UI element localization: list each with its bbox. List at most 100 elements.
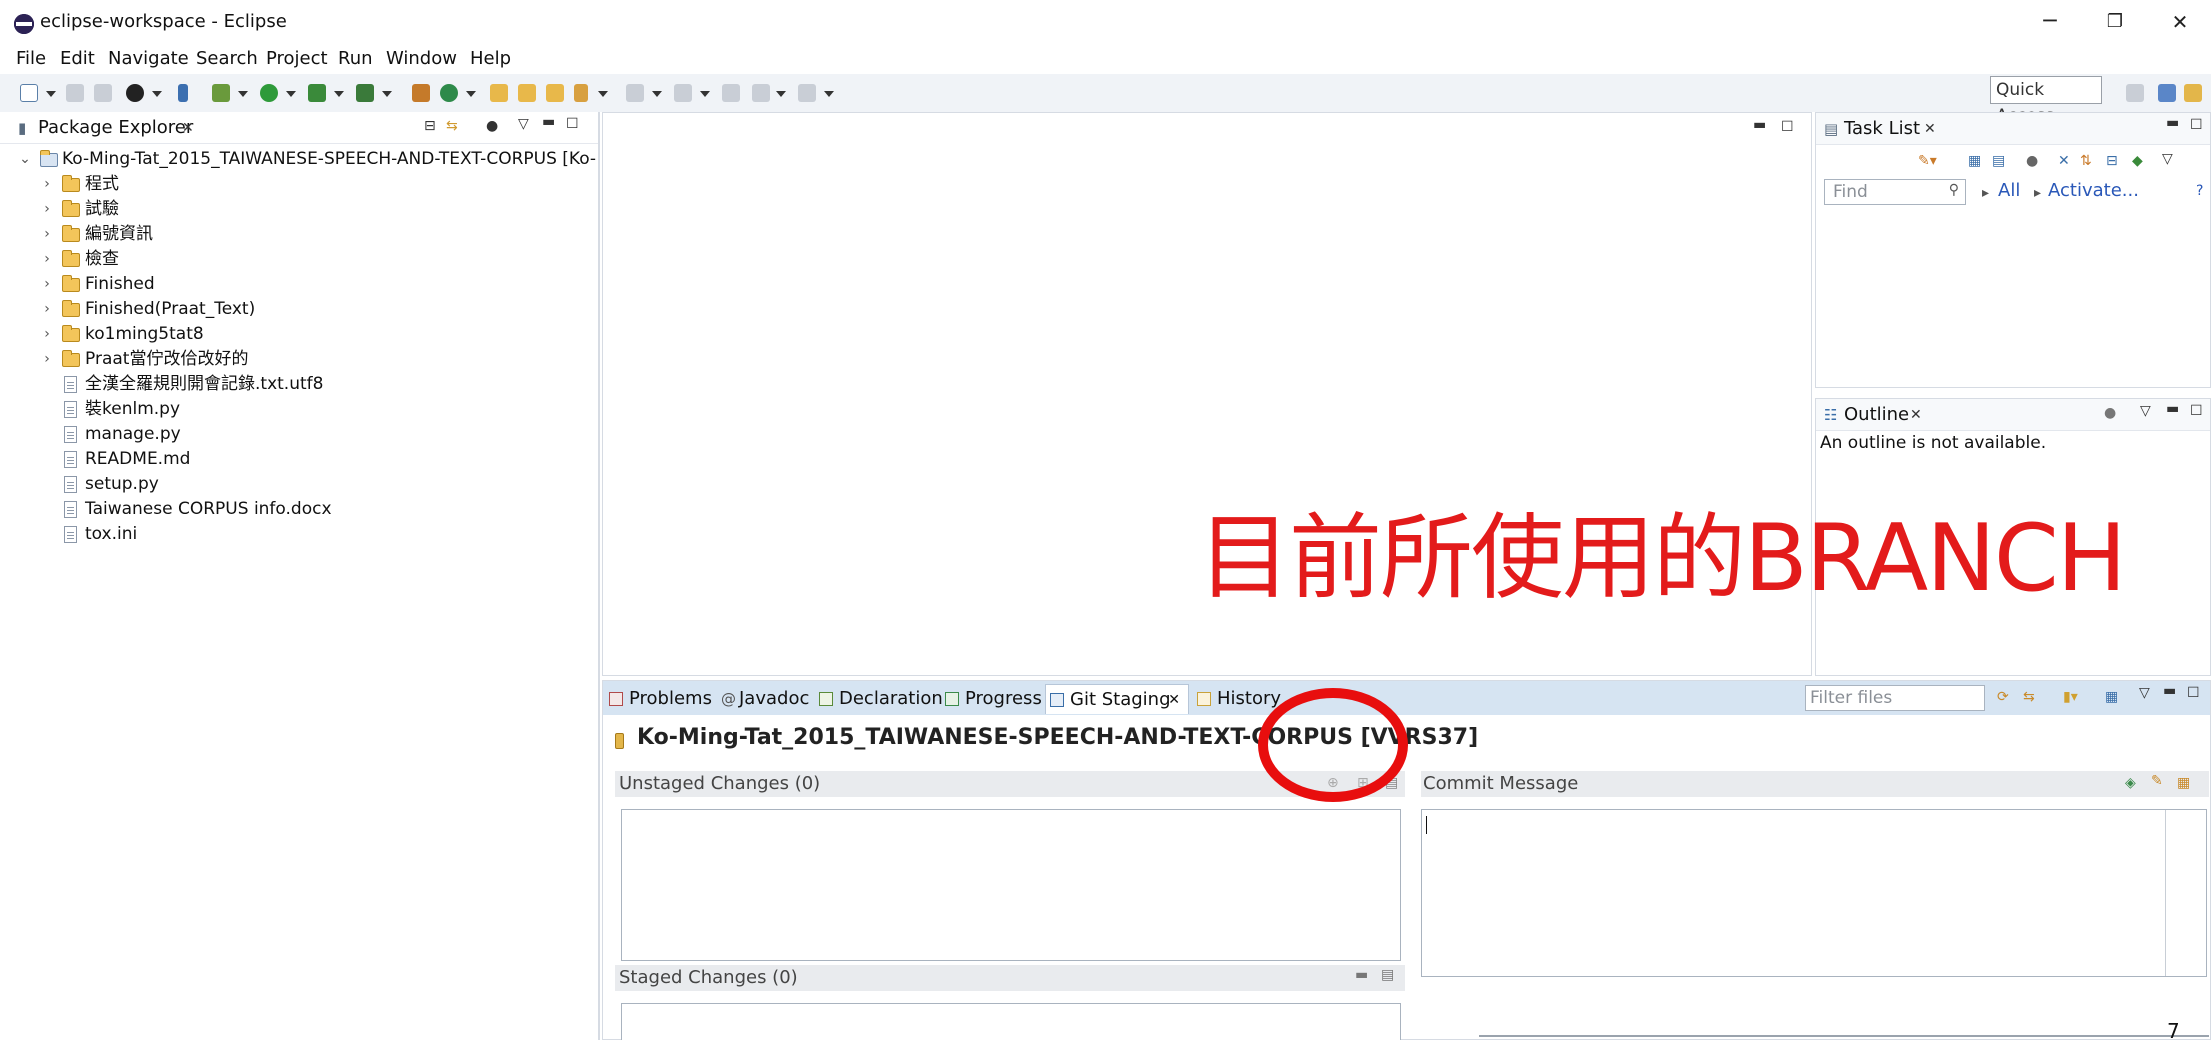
- close-button[interactable]: ✕: [2160, 8, 2200, 36]
- close-view-icon[interactable]: ✕: [1924, 121, 1936, 137]
- collapse-icon[interactable]: ⊟: [2106, 153, 2118, 169]
- tab-javadoc[interactable]: @ Javadoc: [715, 684, 825, 714]
- next-annotation-icon[interactable]: [626, 84, 644, 102]
- maximize-view-icon[interactable]: ☐: [2187, 685, 2200, 701]
- menu-edit[interactable]: Edit: [60, 44, 95, 74]
- java-perspective-icon[interactable]: [2158, 84, 2176, 102]
- debug-dropdown-icon[interactable]: [238, 91, 248, 97]
- chevron-right-icon[interactable]: ›: [40, 222, 54, 247]
- outline-title[interactable]: Outline: [1844, 401, 1909, 429]
- menu-navigate[interactable]: Navigate: [108, 44, 189, 74]
- chevron-right-icon[interactable]: ›: [40, 272, 54, 297]
- commit-icon[interactable]: ▮▾: [2063, 689, 2078, 705]
- search-folder-icon[interactable]: [546, 84, 564, 102]
- menu-run[interactable]: Run: [338, 44, 373, 74]
- chevron-right-icon[interactable]: ›: [40, 347, 54, 372]
- run-icon[interactable]: [260, 84, 278, 102]
- unstaged-list[interactable]: [621, 809, 1401, 961]
- view-menu-icon[interactable]: ▽: [2140, 403, 2151, 419]
- maximize-editor-icon[interactable]: ☐: [1781, 119, 1794, 135]
- save-icon[interactable]: [66, 84, 84, 102]
- collapse-all-icon[interactable]: ⊟: [424, 118, 436, 134]
- prev-annotation-icon[interactable]: [674, 84, 692, 102]
- close-view-icon[interactable]: ✕: [1910, 407, 1922, 423]
- chevron-right-icon[interactable]: ›: [40, 172, 54, 197]
- link-editor-icon[interactable]: ⇆: [446, 118, 458, 134]
- coverage-dropdown-icon[interactable]: [334, 91, 344, 97]
- minimize-view-icon[interactable]: ▬: [2163, 683, 2176, 699]
- amend-icon[interactable]: ✎: [2151, 773, 2163, 789]
- minimize-editor-icon[interactable]: ▬: [1753, 117, 1766, 133]
- repository-icon[interactable]: ◆: [2132, 153, 2143, 169]
- close-tab-icon[interactable]: ✕: [1168, 685, 1180, 715]
- new-package-icon[interactable]: [412, 84, 430, 102]
- categorized-icon[interactable]: ▦: [1968, 153, 1981, 169]
- task-find-input[interactable]: Find ⚲: [1824, 179, 1966, 205]
- menu-help[interactable]: Help: [470, 44, 511, 74]
- all-link[interactable]: All: [1998, 180, 2020, 201]
- tab-git-staging[interactable]: Git Staging ✕: [1045, 684, 1189, 714]
- unstage-all-icon[interactable]: ▬: [1355, 967, 1368, 983]
- sync-icon[interactable]: ⇅: [2080, 153, 2092, 169]
- new-class-icon[interactable]: [440, 84, 458, 102]
- run-dropdown-icon[interactable]: [286, 91, 296, 97]
- package-explorer-title[interactable]: Package Explorer: [38, 114, 193, 142]
- menu-search[interactable]: Search: [196, 44, 258, 74]
- chevron-down-icon[interactable]: ⌄: [18, 147, 32, 172]
- forward-icon[interactable]: [798, 84, 816, 102]
- pen-icon[interactable]: [574, 84, 588, 102]
- save-all-icon[interactable]: [94, 84, 112, 102]
- change-id-icon[interactable]: ▦: [2177, 775, 2190, 791]
- minimize-view-icon[interactable]: ▬: [542, 114, 555, 130]
- last-edit-icon[interactable]: [722, 84, 740, 102]
- menu-file[interactable]: File: [16, 44, 46, 74]
- next-annotation-dropdown-icon[interactable]: [652, 91, 662, 97]
- task-list-title[interactable]: Task List: [1844, 115, 1920, 143]
- open-type-icon[interactable]: [490, 84, 508, 102]
- maximize-view-icon[interactable]: ☐: [2190, 403, 2203, 419]
- maximize-view-icon[interactable]: ☐: [2190, 117, 2203, 133]
- close-view-icon[interactable]: ✕: [182, 120, 194, 136]
- focus-icon[interactable]: ●: [2026, 153, 2038, 169]
- new-dropdown-icon[interactable]: [46, 91, 56, 97]
- chevron-right-icon[interactable]: ›: [40, 297, 54, 322]
- refresh-icon[interactable]: ⟳: [1997, 689, 2009, 705]
- open-perspective-icon[interactable]: [2126, 84, 2144, 102]
- signed-off-icon[interactable]: ◈: [2125, 775, 2136, 791]
- link-selection-icon[interactable]: ⇆: [2023, 689, 2035, 705]
- tree-project-row[interactable]: ⌄ Ko-Ming-Tat_2015_TAIWANESE-SPEECH-AND-…: [0, 147, 598, 172]
- tab-progress[interactable]: Progress: [941, 684, 1051, 714]
- staged-menu-icon[interactable]: ▤: [1381, 967, 1394, 983]
- git-dropdown-icon[interactable]: [152, 91, 162, 97]
- activate-link[interactable]: Activate...: [2048, 180, 2139, 201]
- new-icon[interactable]: [20, 84, 38, 102]
- external-tools-icon[interactable]: [356, 84, 374, 102]
- restore-button[interactable]: ❐: [2095, 8, 2135, 36]
- open-task-icon[interactable]: [518, 84, 536, 102]
- maximize-view-icon[interactable]: ☐: [566, 116, 579, 132]
- coverage-icon[interactable]: [308, 84, 326, 102]
- menu-project[interactable]: Project: [266, 44, 328, 74]
- pen-dropdown-icon[interactable]: [598, 91, 608, 97]
- help-icon[interactable]: ?: [2196, 183, 2203, 199]
- scheduled-icon[interactable]: ▤: [1992, 153, 2005, 169]
- external-tools-dropdown-icon[interactable]: [382, 91, 392, 97]
- new-class-dropdown-icon[interactable]: [466, 91, 476, 97]
- filter-icon[interactable]: ●: [2104, 405, 2116, 421]
- view-menu-icon[interactable]: ▽: [2162, 151, 2173, 167]
- git-icon[interactable]: [126, 84, 144, 102]
- minimize-view-icon[interactable]: ▬: [2166, 401, 2179, 417]
- tab-declaration[interactable]: Declaration: [815, 684, 943, 714]
- git-perspective-icon[interactable]: [2184, 84, 2202, 102]
- quick-access-input[interactable]: Quick Access: [1990, 76, 2102, 126]
- minimize-button[interactable]: ─: [2030, 8, 2070, 36]
- chevron-right-icon[interactable]: ›: [40, 197, 54, 222]
- menu-window[interactable]: Window: [386, 44, 457, 74]
- back-icon[interactable]: [752, 84, 770, 102]
- back-dropdown-icon[interactable]: [776, 91, 786, 97]
- filter-icon[interactable]: ●: [486, 118, 498, 134]
- view-menu-icon[interactable]: ▽: [518, 116, 529, 132]
- skip-breakpoints-icon[interactable]: [178, 84, 188, 102]
- hide-completed-icon[interactable]: ✕: [2058, 153, 2070, 169]
- chevron-right-icon[interactable]: ›: [40, 322, 54, 347]
